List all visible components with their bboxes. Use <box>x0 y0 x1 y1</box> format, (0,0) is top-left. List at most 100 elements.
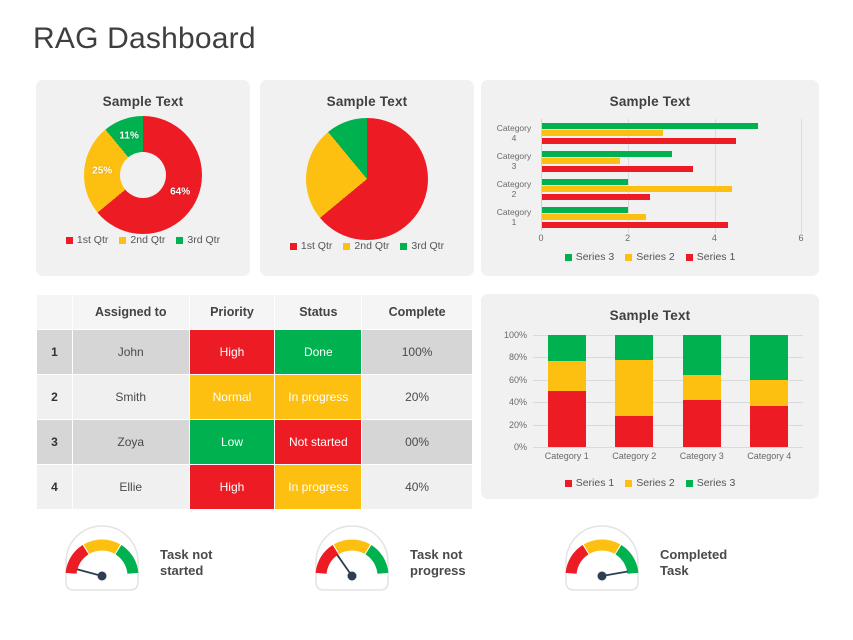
legend-swatch-icon <box>119 236 127 244</box>
cell-status: Not started <box>274 419 363 465</box>
bar-chart-plot: Category 4 Category 3 Category 2 Category 1 0 2 4… <box>481 119 804 243</box>
legend-swatch-icon <box>65 236 73 244</box>
bar-chart-bar <box>542 178 629 185</box>
table-header: Assigned to Priority Status Complete <box>36 294 473 330</box>
legend-swatch-icon <box>625 479 633 487</box>
pie-chart-card: Sample Text 1st Qtr 2nd Qtr 3rd Qtr <box>260 80 474 276</box>
bar-chart-gridline <box>801 119 802 233</box>
stacked-chart-card: Sample Text 0% 20% 40% 60% 80% 100% Category … <box>481 294 819 499</box>
bar-chart-card: Sample Text Category 4 Category 3 Category 2 C… <box>481 80 819 276</box>
legend-item: 2nd Qtr <box>343 240 389 252</box>
legend-label: 3rd Qtr <box>187 234 221 246</box>
stacked-chart-segment <box>682 335 721 376</box>
cell-assigned-to: Ellie <box>71 464 190 510</box>
legend-item: 3rd Qtr <box>400 240 444 252</box>
column-header-status: Status <box>274 294 363 330</box>
stacked-chart-tick-label: 40% <box>508 397 527 408</box>
bar-chart-title: Sample Text <box>609 94 691 109</box>
cell-complete: 00% <box>361 419 473 465</box>
cell-assigned-to: Zoya <box>71 419 190 465</box>
cell-index: 4 <box>36 464 73 510</box>
bar-chart-bar <box>542 158 620 164</box>
legend-label: Series 2 <box>636 477 675 489</box>
stacked-chart-legend: Series 1 Series 2 Series 3 <box>481 477 819 489</box>
stacked-chart-category-axis: Category 1 Category 2 Category 3 Category 4 <box>533 451 803 461</box>
legend-swatch-icon <box>343 242 351 250</box>
stacked-chart-category-label: Category 4 <box>747 451 792 461</box>
legend-swatch-icon <box>685 253 693 261</box>
bar-chart-bar <box>542 206 629 213</box>
bar-chart-group <box>542 147 801 175</box>
column-header-index <box>36 294 73 330</box>
bar-chart-tick-label: 6 <box>798 233 804 243</box>
donut-data-label: 25% <box>92 165 113 177</box>
stacked-chart-tick-label: 100% <box>503 330 527 340</box>
stacked-chart-category-label: Category 3 <box>679 451 724 461</box>
bar-chart-category-label: Category 1 <box>496 207 532 227</box>
legend-swatch-icon <box>400 242 408 250</box>
cell-priority: High <box>188 464 276 510</box>
stacked-chart-segment <box>547 360 586 391</box>
cell-index: 3 <box>36 419 73 465</box>
legend-item: Series 1 <box>685 251 735 263</box>
pie-chart-title: Sample Text <box>326 94 408 109</box>
gauge-task-not-progress: Task not progress <box>308 520 466 605</box>
legend-label: Series 3 <box>575 251 615 263</box>
gauge-icon <box>558 520 646 605</box>
table-body: 1 John High Done 100% 2 Smith Normal In progress… <box>36 329 473 510</box>
legend-swatch-icon <box>176 236 184 244</box>
gauge-dial-icon <box>65 525 139 591</box>
table-row[interactable]: 1 John High Done 100% <box>36 329 473 375</box>
stacked-chart-tick-label: 20% <box>508 419 527 430</box>
bar-chart-tick-label: 2 <box>625 233 631 243</box>
cell-status: In progress <box>274 464 363 510</box>
bar-chart-group <box>542 119 801 147</box>
bar-chart-bar <box>542 193 650 200</box>
cell-index: 1 <box>36 329 73 375</box>
bar-chart-tick-label: 4 <box>711 233 717 243</box>
column-header-complete: Complete <box>361 294 473 330</box>
page-title: RAG Dashboard <box>33 22 256 55</box>
stacked-chart-column <box>682 335 721 447</box>
legend-swatch-icon <box>625 253 633 261</box>
legend-item: Series 1 <box>564 477 615 489</box>
legend-label: 3rd Qtr <box>411 240 445 252</box>
column-header-assigned-to: Assigned to <box>71 294 190 330</box>
pie-chart-legend: 1st Qtr 2nd Qtr 3rd Qtr <box>260 240 474 252</box>
gauge-completed-task: Completed Task <box>558 520 727 605</box>
bar-chart-category-label: Category 4 <box>496 123 532 143</box>
table-row[interactable]: 2 Smith Normal In progress 20% <box>36 374 473 420</box>
cell-priority: Normal <box>188 374 276 420</box>
table-row[interactable]: 4 Ellie High In progress 40% <box>36 464 473 510</box>
legend-item: 1st Qtr <box>289 240 333 252</box>
gauge-label: Completed Task <box>660 546 728 578</box>
gauge-task-not-started: Task not started <box>58 520 213 605</box>
legend-label: 1st Qtr <box>300 240 333 252</box>
table-row[interactable]: 3 Zoya Low Not started 00% <box>36 419 473 465</box>
bar-chart-group <box>542 175 801 203</box>
bar-chart-bar <box>542 165 694 172</box>
cell-complete: 40% <box>361 464 473 510</box>
stacked-chart-segment <box>615 359 654 416</box>
legend-label: 2nd Qtr <box>354 240 390 252</box>
stacked-chart-category-label: Category 1 <box>544 451 589 461</box>
bar-chart-plot-area <box>541 119 802 233</box>
cell-complete: 20% <box>361 374 473 420</box>
stacked-chart-tick-label: 60% <box>508 374 527 385</box>
legend-label: 1st Qtr <box>76 234 109 246</box>
legend-item: 3rd Qtr <box>176 234 220 246</box>
legend-label: Series 1 <box>575 477 615 489</box>
stacked-chart-title: Sample Text <box>609 308 691 323</box>
stacked-chart-value-axis: 0% 20% 40% 60% 80% 100% <box>487 330 527 452</box>
donut-data-label: 11% <box>119 130 139 142</box>
pie-chart-graphic <box>306 118 428 240</box>
legend-label: Series 3 <box>696 477 736 489</box>
table-header-row: Assigned to Priority Status Complete <box>36 294 473 330</box>
task-table: Assigned to Priority Status Complete 1 Jo… <box>36 294 473 510</box>
legend-label: 2nd Qtr <box>130 234 166 246</box>
cell-assigned-to: John <box>71 329 190 375</box>
cell-complete: 100% <box>361 329 473 375</box>
stacked-chart-segment <box>615 335 654 360</box>
gauge-label: Task not progress <box>410 546 466 578</box>
bar-chart-bar <box>542 130 663 136</box>
